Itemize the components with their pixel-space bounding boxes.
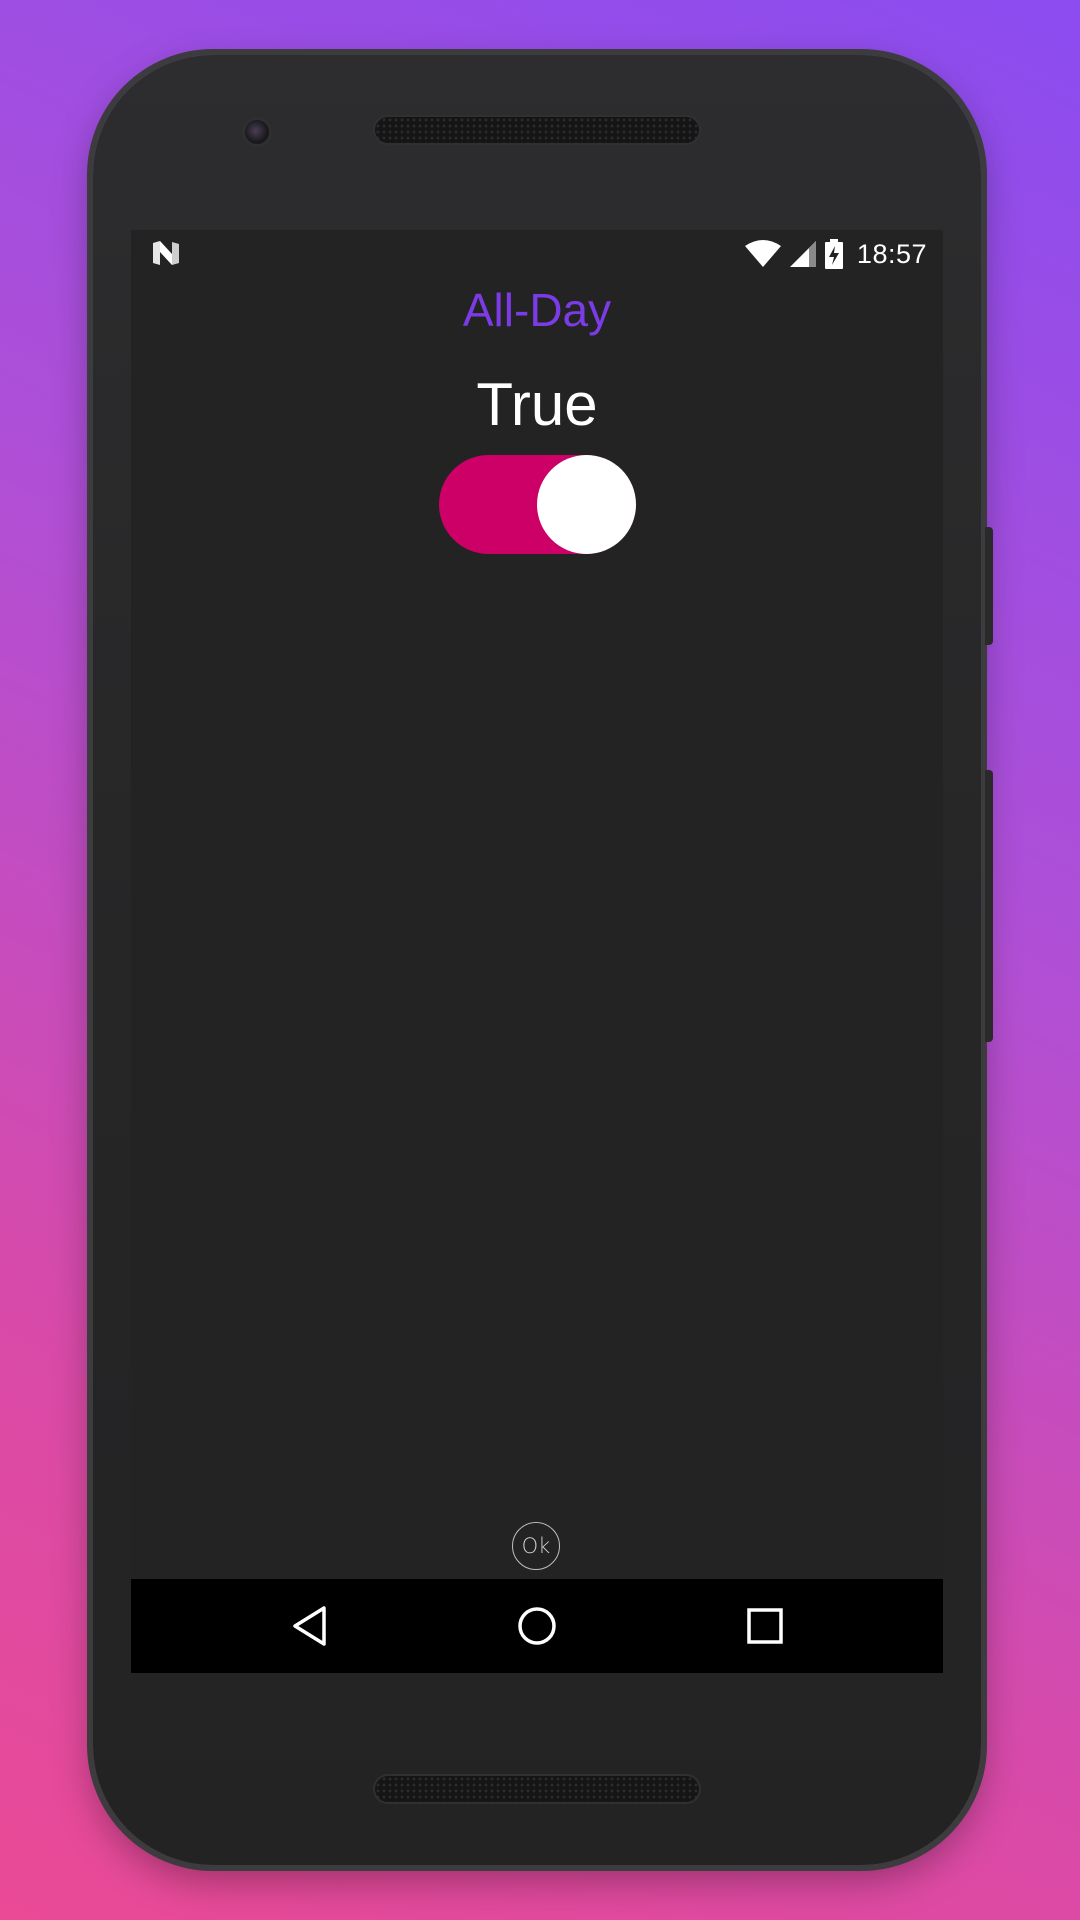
cellular-signal-icon (789, 241, 816, 267)
power-button (985, 527, 993, 645)
home-icon (518, 1607, 556, 1645)
toggle-thumb[interactable] (537, 455, 636, 554)
volume-button (985, 770, 993, 1042)
wifi-icon (744, 240, 781, 267)
ok-button[interactable]: Ok (512, 1522, 560, 1570)
page-title: All-Day (462, 284, 612, 336)
battery-charging-icon (824, 239, 843, 269)
status-bar: 18:57 (131, 230, 943, 278)
android-n-icon (153, 241, 179, 265)
toggle-value-text: True (476, 371, 598, 438)
all-day-toggle[interactable] (439, 455, 636, 554)
back-icon (293, 1606, 326, 1646)
recents-icon (747, 1608, 783, 1644)
ok-button-label: Ok (521, 1534, 551, 1558)
recents-button[interactable] (738, 1599, 792, 1653)
status-time: 18:57 (856, 238, 927, 269)
back-button[interactable] (283, 1599, 337, 1653)
navigation-bar (131, 1579, 943, 1673)
device-screen: 18:57 All-Day True Ok (131, 230, 943, 1673)
bottom-speaker-grille (375, 1776, 699, 1802)
top-speaker-grille (375, 117, 699, 143)
front-camera (245, 120, 269, 144)
home-button[interactable] (510, 1599, 564, 1653)
status-icons: 18:57 (744, 238, 927, 270)
